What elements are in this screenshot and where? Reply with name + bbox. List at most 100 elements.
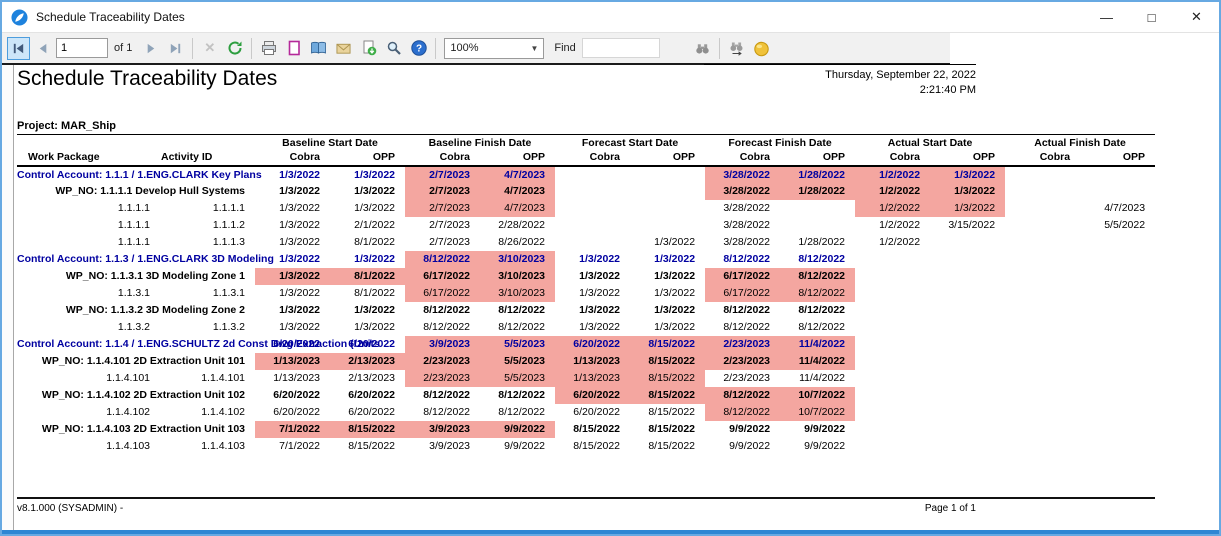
date-cell	[555, 183, 630, 200]
date-cell	[1005, 234, 1080, 251]
date-cell: 3/28/2022	[705, 217, 780, 234]
zoom-button[interactable]	[382, 37, 405, 60]
date-cell: 1/2/2022	[855, 200, 930, 217]
last-page-button[interactable]	[164, 37, 187, 60]
activity-id-cell: 1.1.1.2	[160, 217, 255, 234]
refresh-button[interactable]	[223, 37, 246, 60]
date-cell: 2/28/2022	[480, 217, 555, 234]
date-cell	[1005, 387, 1080, 404]
date-cell: 1/2/2022	[855, 183, 930, 200]
help-button[interactable]: ?	[407, 37, 430, 60]
date-cell	[1005, 251, 1080, 268]
page-number-input[interactable]	[56, 38, 108, 58]
find-button[interactable]	[691, 37, 714, 60]
toolbar-separator	[251, 38, 252, 59]
date-cell	[1080, 251, 1155, 268]
date-cell: 6/17/2022	[705, 268, 780, 285]
table-row: WP_NO: 1.1.4.103 2D Extraction Unit 1037…	[17, 421, 1155, 438]
report-area: Schedule Traceability Dates Thursday, Se…	[2, 63, 1219, 534]
page-setup-button[interactable]	[282, 37, 305, 60]
date-cell: 4/7/2023	[480, 200, 555, 217]
group-tree-button[interactable]	[307, 37, 330, 60]
highlight-button[interactable]	[750, 37, 773, 60]
date-cell: 8/12/2022	[705, 302, 780, 319]
date-cell: 8/12/2022	[405, 251, 480, 268]
header-cobra: Cobra	[1005, 151, 1080, 166]
header-opp: OPP	[1080, 151, 1155, 166]
header-cobra: Cobra	[255, 151, 330, 166]
window-controls: — □ ✕	[1084, 2, 1219, 32]
viewer-toolbar: of 1 ✕ ?	[2, 32, 1219, 63]
export-button[interactable]	[357, 37, 380, 60]
minimize-button[interactable]: —	[1084, 2, 1129, 32]
close-button[interactable]: ✕	[1174, 2, 1219, 32]
date-cell	[930, 268, 1005, 285]
header-work-package: Work Package	[17, 151, 160, 166]
date-cell: 2/23/2023	[405, 370, 480, 387]
activity-id-cell: 1.1.3.2	[160, 319, 255, 336]
date-cell: 1/3/2022	[330, 200, 405, 217]
date-cell: 1/3/2022	[630, 319, 705, 336]
header-cobra: Cobra	[855, 151, 930, 166]
date-cell: 1/3/2022	[630, 268, 705, 285]
date-cell: 6/20/2022	[555, 336, 630, 353]
date-cell	[1080, 421, 1155, 438]
date-cell: 1/3/2022	[255, 234, 330, 251]
work-package-cell: 1.1.1.1	[17, 217, 160, 234]
find-next-button[interactable]	[725, 37, 748, 60]
date-cell: 8/15/2022	[630, 421, 705, 438]
date-cell	[1005, 268, 1080, 285]
date-cell: 8/15/2022	[555, 438, 630, 455]
date-cell: 1/3/2022	[330, 183, 405, 200]
date-cell	[855, 353, 930, 370]
email-button[interactable]	[332, 37, 355, 60]
date-cell	[555, 217, 630, 234]
date-cell: 3/28/2022	[705, 183, 780, 200]
date-cell	[1080, 166, 1155, 183]
chevron-down-icon: ▼	[530, 44, 538, 53]
date-cell	[780, 217, 855, 234]
date-cell: 6/20/2022	[255, 387, 330, 404]
date-cell: 8/12/2022	[405, 387, 480, 404]
date-cell: 3/28/2022	[705, 166, 780, 183]
date-cell: 1/13/2023	[255, 370, 330, 387]
work-package-cell: WP_NO: 1.1.4.102 2D Extraction Unit 102	[17, 387, 255, 404]
date-cell	[855, 387, 930, 404]
date-cell	[1080, 268, 1155, 285]
header-group: Actual Finish Date	[1005, 135, 1155, 151]
date-cell	[1080, 404, 1155, 421]
date-cell	[930, 370, 1005, 387]
date-cell: 3/10/2023	[480, 285, 555, 302]
date-cell	[855, 268, 930, 285]
maximize-button[interactable]: □	[1129, 2, 1174, 32]
table-row: 1.1.1.11.1.1.11/3/20221/3/20222/7/20234/…	[17, 200, 1155, 217]
date-cell: 2/23/2023	[705, 370, 780, 387]
date-cell	[630, 200, 705, 217]
next-page-button[interactable]	[139, 37, 162, 60]
date-cell: 8/1/2022	[330, 285, 405, 302]
table-row: Control Account: 1.1.3 / 1.ENG.CLARK 3D …	[17, 251, 1155, 268]
date-cell: 8/1/2022	[330, 234, 405, 251]
table-row: 1.1.4.1011.1.4.1011/13/20232/13/20232/23…	[17, 370, 1155, 387]
cancel-button[interactable]: ✕	[198, 37, 221, 60]
date-cell: 3/9/2023	[405, 421, 480, 438]
zoom-select[interactable]: 100% ▼	[444, 38, 544, 59]
group-tree-splitter[interactable]	[2, 63, 14, 534]
date-cell: 8/15/2022	[630, 387, 705, 404]
date-cell: 2/13/2023	[330, 370, 405, 387]
date-cell	[1005, 217, 1080, 234]
find-input[interactable]	[582, 38, 660, 58]
date-cell: 10/7/2022	[780, 404, 855, 421]
date-cell: 3/9/2023	[405, 336, 480, 353]
previous-page-button[interactable]	[32, 37, 55, 60]
title-bar: Schedule Traceability Dates — □ ✕	[2, 2, 1219, 32]
date-cell: 6/20/2022	[330, 404, 405, 421]
date-cell	[930, 302, 1005, 319]
print-button[interactable]	[257, 37, 280, 60]
date-cell	[930, 387, 1005, 404]
first-page-button[interactable]	[7, 37, 30, 60]
export-icon	[361, 40, 377, 56]
work-package-cell: WP_NO: 1.1.4.101 2D Extraction Unit 101	[17, 353, 255, 370]
date-cell: 1/3/2022	[630, 285, 705, 302]
date-cell: 3/28/2022	[705, 234, 780, 251]
